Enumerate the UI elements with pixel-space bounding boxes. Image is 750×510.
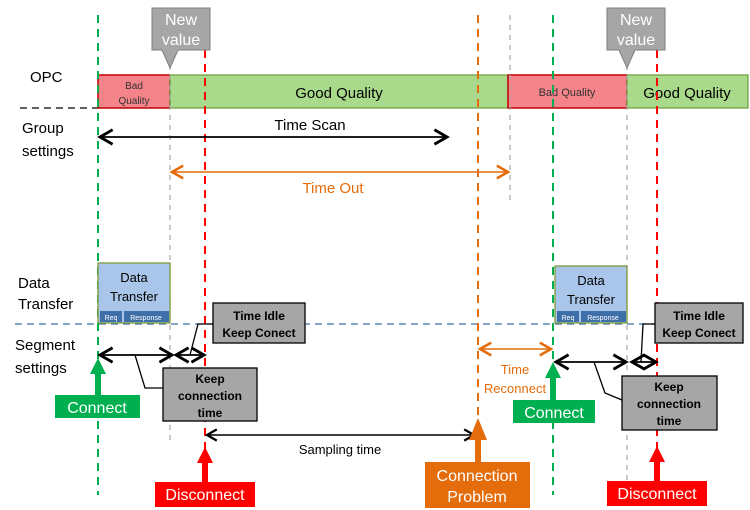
row-label-group-2: settings <box>22 143 74 160</box>
time-reconnect-label: Time <box>501 362 529 377</box>
response-label-2: Response <box>587 315 619 322</box>
disconnect-label-2: Disconnect <box>617 486 697 503</box>
row-label-opc: OPC <box>30 69 63 86</box>
keep-connection-text-4: Keep <box>654 380 683 394</box>
sampling-time-label: Sampling time <box>299 442 381 457</box>
keep-connection-text: Keep <box>195 372 224 386</box>
row-label-group: Group <box>22 120 64 137</box>
new-value-text-3: New <box>620 12 652 29</box>
data-transfer-text-4: Transfer <box>567 292 616 307</box>
connection-problem-label-2: Problem <box>447 489 507 506</box>
row-label-segment-2: settings <box>15 360 67 377</box>
connect-label: Connect <box>67 400 127 417</box>
disconnect-arrow-icon-2 <box>649 446 665 481</box>
response-label: Response <box>130 315 162 322</box>
connect-arrow-icon <box>90 358 106 395</box>
new-value-text-2: value <box>162 32 200 49</box>
connect-arrow-icon-2 <box>545 362 561 400</box>
new-value-text: New <box>165 12 197 29</box>
timing-diagram: OPC Group settings Data Transfer Segment… <box>15 7 749 508</box>
row-label-segment: Segment <box>15 337 76 354</box>
connector <box>189 323 213 356</box>
connect-label-2: Connect <box>524 405 584 422</box>
time-idle-text-2: Keep Conect <box>222 326 295 340</box>
connector-2 <box>134 354 163 389</box>
data-transfer-text-2: Transfer <box>110 289 159 304</box>
time-scan-label: Time Scan <box>274 117 345 134</box>
time-reconnect-label-2: Reconnect <box>484 381 547 396</box>
data-transfer-block: Data Transfer Req Response <box>97 262 171 324</box>
req-label-2: Req <box>562 315 575 322</box>
connector-3 <box>640 323 655 363</box>
req-label: Req <box>105 315 118 322</box>
data-transfer-block-2: Data Transfer Req Response <box>554 265 628 324</box>
time-idle-text-3: Time Idle <box>673 309 725 323</box>
time-idle-text: Time Idle <box>233 309 285 323</box>
data-transfer-text: Data <box>120 270 148 285</box>
new-value-text-4: value <box>617 32 655 49</box>
bad-quality-label: Bad <box>125 81 143 92</box>
good-quality-label: Good Quality <box>295 85 383 102</box>
row-label-data: Data <box>18 275 50 292</box>
row-label-data-2: Transfer <box>18 296 73 313</box>
keep-connection-text-2: connection <box>178 389 242 403</box>
problem-arrow-icon <box>469 418 487 462</box>
time-idle-text-4: Keep Conect <box>662 326 735 340</box>
keep-connection-text-3: time <box>198 406 223 420</box>
disconnect-label: Disconnect <box>165 487 245 504</box>
bad-quality-label-3: Bad Quality <box>539 87 596 99</box>
bad-quality-label-2: Quality <box>118 96 149 107</box>
time-out-label: Time Out <box>302 180 364 197</box>
connection-problem-label: Connection <box>437 468 518 485</box>
keep-connection-text-5: connection <box>637 397 701 411</box>
disconnect-arrow-icon <box>197 447 213 482</box>
keep-connection-text-6: time <box>657 414 682 428</box>
data-transfer-text-3: Data <box>577 273 605 288</box>
connector-4 <box>593 361 623 401</box>
